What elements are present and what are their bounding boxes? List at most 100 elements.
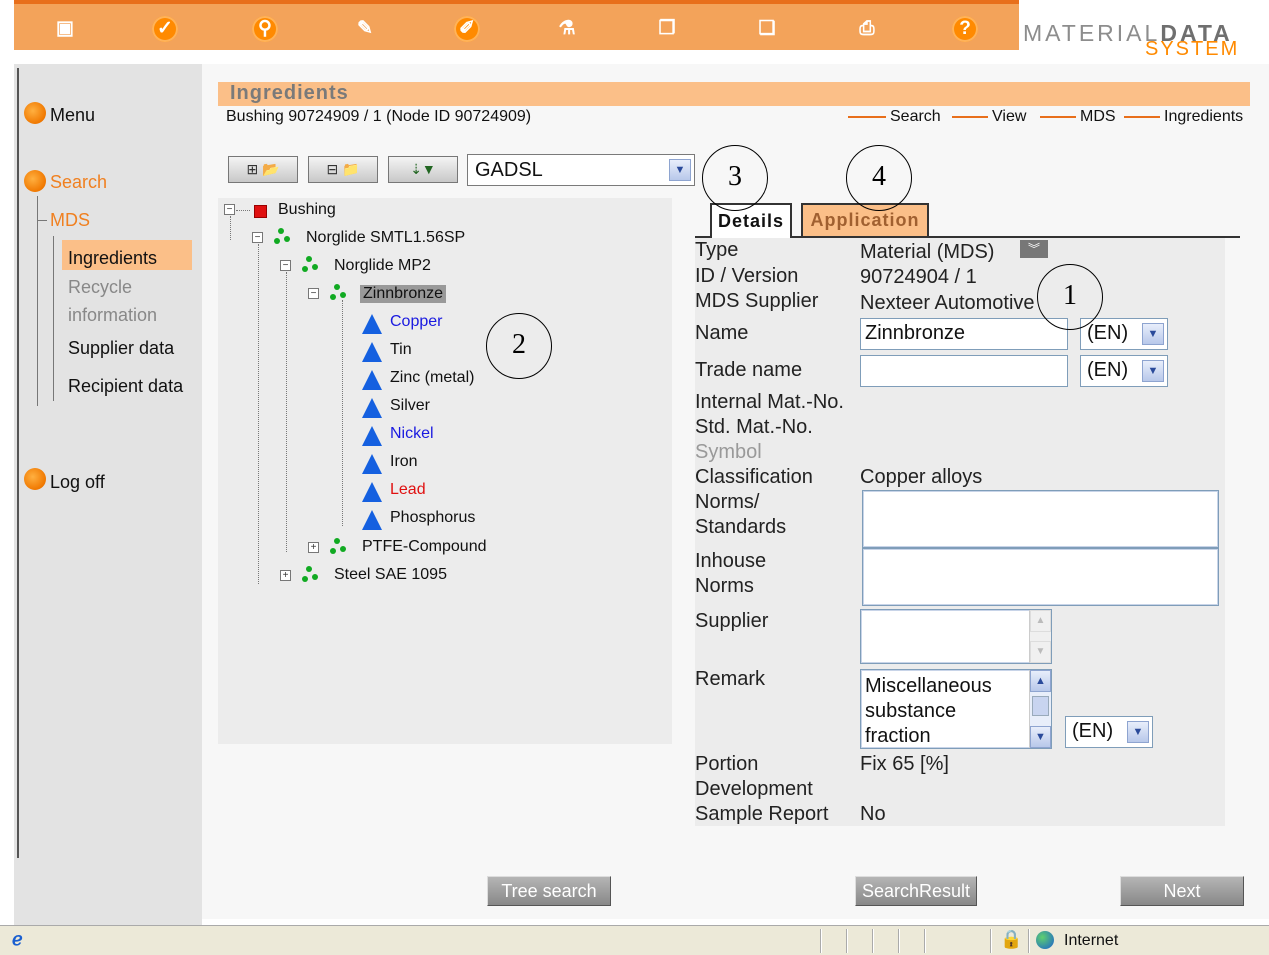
print-icon[interactable]: ⎙ <box>854 16 880 42</box>
material-icon <box>300 566 318 584</box>
mds-supplier-value: Nexteer Automotive <box>860 292 1035 314</box>
expand-icon[interactable]: + <box>308 542 319 553</box>
sidebar-item-supplier-data[interactable]: Supplier data <box>68 338 174 359</box>
breadcrumb-ingredients[interactable]: Ingredients <box>1124 108 1243 126</box>
tree-node-ptfe[interactable]: PTFE-Compound <box>362 538 487 556</box>
scrollbar[interactable]: ▲ ▼ <box>1029 670 1051 748</box>
remark-language-select[interactable]: (EN) ▼ <box>1065 716 1153 748</box>
tree-leaf-copper[interactable]: Copper <box>390 313 442 331</box>
portion-value: Fix 65 [%] <box>860 753 949 775</box>
collapse-icon[interactable]: − <box>252 232 263 243</box>
material-data-system-logo: MATERIALDATA SYSTEM <box>1019 0 1269 64</box>
breadcrumb-mds[interactable]: MDS <box>1040 108 1116 126</box>
tree-leaf-silver[interactable]: Silver <box>390 397 430 415</box>
tree-leaf-phosphorus[interactable]: Phosphorus <box>390 509 475 527</box>
name-language-select[interactable]: (EN) ▼ <box>1080 318 1168 350</box>
chevron-down-icon[interactable]: ▼ <box>1142 360 1164 382</box>
tree-node-norglide-smtl[interactable]: Norglide SMTL1.56SP <box>306 229 465 247</box>
trade-name-label: Trade name <box>695 359 803 381</box>
lab-icon[interactable]: ⚗ <box>554 16 580 42</box>
internal-mat-no-label: Internal Mat.-No. <box>695 391 844 413</box>
status-divider <box>872 929 874 953</box>
component-icon <box>272 228 290 246</box>
inhouse-norms-label: Norms <box>695 575 754 597</box>
tree-node-steel[interactable]: Steel SAE 1095 <box>334 566 447 584</box>
sidebar-item-recycle[interactable]: Recycle <box>68 277 132 298</box>
breadcrumb-view[interactable]: View <box>952 108 1026 126</box>
remark-label: Remark <box>695 668 766 690</box>
tree-leaf-tin[interactable]: Tin <box>390 341 412 359</box>
scrollbar[interactable]: ▲ ▼ <box>1029 610 1051 663</box>
collapse-all-button[interactable]: ⊟ 📁 <box>308 156 378 183</box>
expand-chevron-icon[interactable]: ︾ <box>1020 240 1048 258</box>
substance-icon <box>362 398 382 418</box>
save-icon[interactable]: ▣ <box>52 16 78 42</box>
status-divider <box>990 929 992 953</box>
tree-line <box>230 216 231 240</box>
tree-leaf-zinc[interactable]: Zinc (metal) <box>390 369 474 387</box>
name-input[interactable]: Zinnbronze <box>860 318 1068 350</box>
search-result-button[interactable]: SearchResult <box>855 876 977 906</box>
tree-node-bushing[interactable]: Bushing <box>278 201 336 219</box>
substance-icon <box>362 426 382 446</box>
tree-node-zinnbronze[interactable]: Zinnbronze <box>360 285 447 303</box>
substance-icon <box>362 370 382 390</box>
page-subtitle: Bushing 90724909 / 1 (Node ID 90724909) <box>226 108 532 125</box>
inhouse-norms-textarea[interactable] <box>862 548 1219 606</box>
tree-leaf-iron[interactable]: Iron <box>390 453 418 471</box>
norms-standards-textarea[interactable] <box>862 490 1219 548</box>
scroll-thumb[interactable] <box>1032 696 1049 716</box>
paste-icon[interactable]: ❏ <box>754 16 780 42</box>
tree-node-norglide-mp2[interactable]: Norglide MP2 <box>334 257 431 275</box>
substance-icon <box>362 314 382 334</box>
expand-icon[interactable]: + <box>280 570 291 581</box>
arrow-icon <box>1040 108 1076 118</box>
supplier-textarea[interactable]: ▲ ▼ <box>860 609 1052 664</box>
sidebar-item-logoff[interactable]: Log off <box>50 472 105 493</box>
tree-leaf-lead[interactable]: Lead <box>390 481 426 499</box>
scroll-up-icon[interactable]: ▲ <box>1030 670 1051 692</box>
next-button[interactable]: Next <box>1120 876 1244 906</box>
breadcrumb-search[interactable]: Search <box>848 108 941 126</box>
scroll-down-icon[interactable]: ▼ <box>1030 641 1051 663</box>
callout-2: 2 <box>486 313 552 379</box>
sidebar-item-recipient-data[interactable]: Recipient data <box>68 376 183 397</box>
logo-subtext: SYSTEM <box>1145 38 1240 60</box>
trade-name-language-select[interactable]: (EN) ▼ <box>1080 355 1168 387</box>
expand-all-button[interactable]: ⊞ 📂 <box>228 156 298 183</box>
tree-search-button[interactable]: Tree search <box>487 876 611 906</box>
status-divider <box>1028 929 1030 953</box>
scroll-down-icon[interactable]: ▼ <box>1030 726 1051 748</box>
sidebar-item-menu[interactable]: Menu <box>50 105 95 126</box>
chevron-down-icon[interactable]: ▼ <box>669 159 691 181</box>
collapse-icon[interactable]: − <box>224 204 235 215</box>
sidebar-item-ingredients[interactable]: Ingredients <box>68 248 157 269</box>
edit-icon[interactable]: ✐ <box>454 16 480 42</box>
collapse-icon[interactable]: − <box>308 288 319 299</box>
copy-icon[interactable]: ❐ <box>654 16 680 42</box>
chevron-down-icon[interactable]: ▼ <box>1127 721 1149 743</box>
sidebar-item-recycle-info[interactable]: information <box>68 305 157 326</box>
filter-button[interactable]: ⇣▼ <box>388 156 458 183</box>
check-icon[interactable]: ✓ <box>152 16 178 42</box>
search-icon[interactable]: ⚲ <box>252 16 278 42</box>
tree-leaf-nickel[interactable]: Nickel <box>390 425 434 443</box>
chevron-down-icon[interactable]: ▼ <box>1142 323 1164 345</box>
scroll-up-icon[interactable]: ▲ <box>1030 610 1051 632</box>
tree-line <box>258 244 259 584</box>
sidebar-item-mds[interactable]: MDS <box>50 210 90 231</box>
collapse-icon[interactable]: − <box>280 260 291 271</box>
note-icon[interactable]: ✎ <box>352 16 378 42</box>
list-select[interactable]: GADSL ▼ <box>467 154 695 186</box>
callout-1: 1 <box>1037 264 1103 330</box>
inhouse-label: Inhouse <box>695 550 767 572</box>
remark-textarea[interactable]: Miscellaneous substance fraction ▲ ▼ <box>860 669 1052 749</box>
tree-line <box>37 220 47 221</box>
tree-line <box>342 300 343 526</box>
zone-label: Internet <box>1064 932 1119 949</box>
trade-name-input[interactable] <box>860 355 1068 387</box>
sidebar-item-search[interactable]: Search <box>50 172 107 193</box>
help-icon[interactable]: ? <box>952 16 978 42</box>
menu-bullet-icon <box>24 102 46 124</box>
status-divider <box>820 929 822 953</box>
